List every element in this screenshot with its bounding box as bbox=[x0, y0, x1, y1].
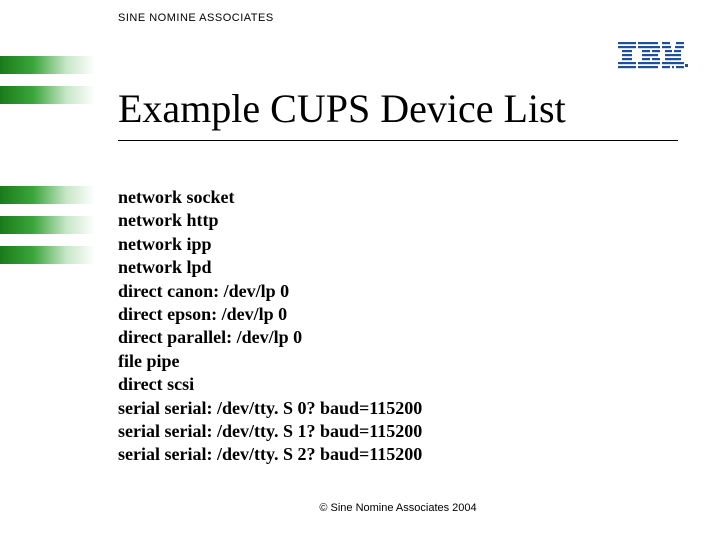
accent-bar bbox=[0, 86, 95, 104]
accent-bar bbox=[0, 186, 95, 204]
copyright-footer: © Sine Nomine Associates 2004 bbox=[118, 502, 678, 514]
accent-bar bbox=[0, 216, 95, 234]
accent-stack-bottom bbox=[0, 186, 95, 276]
device-line: direct scsi bbox=[118, 373, 422, 396]
device-line: network socket bbox=[118, 186, 422, 209]
accent-bar bbox=[0, 56, 95, 74]
title-underline bbox=[118, 140, 678, 141]
accent-stack-top bbox=[0, 56, 95, 116]
device-line: direct canon: /dev/lp 0 bbox=[118, 280, 422, 303]
device-line: serial serial: /dev/tty. S 0? baud=11520… bbox=[118, 397, 422, 420]
device-list: network socketnetwork httpnetwork ippnet… bbox=[118, 186, 422, 467]
company-header: SINE NOMINE ASSOCIATES bbox=[118, 12, 274, 24]
device-line: network http bbox=[118, 209, 422, 232]
device-line: serial serial: /dev/tty. S 2? baud=11520… bbox=[118, 443, 422, 466]
device-line: network lpd bbox=[118, 256, 422, 279]
device-line: serial serial: /dev/tty. S 1? baud=11520… bbox=[118, 420, 422, 443]
slide: SINE NOMINE ASSOCIATES bbox=[0, 0, 720, 540]
ibm-logo-icon bbox=[618, 42, 688, 75]
slide-title: Example CUPS Device List bbox=[118, 85, 566, 132]
device-line: direct parallel: /dev/lp 0 bbox=[118, 326, 422, 349]
device-line: file pipe bbox=[118, 350, 422, 373]
device-line: network ipp bbox=[118, 233, 422, 256]
accent-bar bbox=[0, 246, 95, 264]
device-line: direct epson: /dev/lp 0 bbox=[118, 303, 422, 326]
